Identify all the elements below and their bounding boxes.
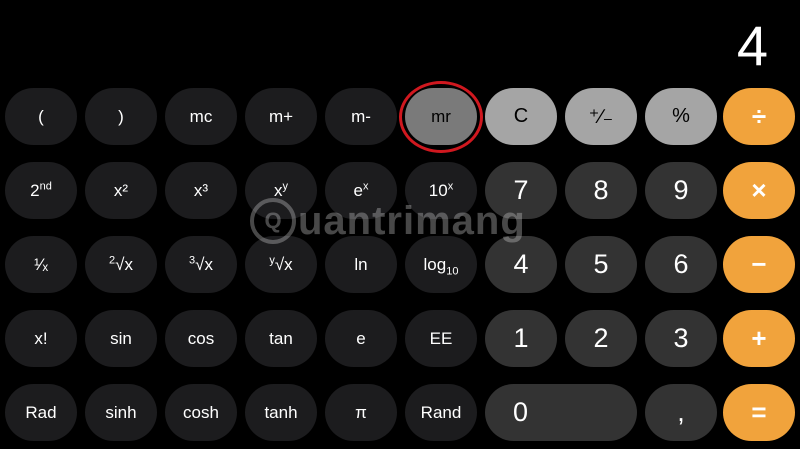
log10-label: log10 (423, 254, 459, 277)
digit-0-button[interactable]: 0 (485, 384, 637, 441)
x-squared-button[interactable]: x² (85, 162, 157, 219)
plus-minus-button[interactable]: ⁺∕₋ (565, 88, 637, 145)
reciprocal-button[interactable]: ¹⁄ₓ (5, 236, 77, 293)
digit-8-label: 8 (593, 175, 609, 205)
open-paren-button[interactable]: ( (5, 88, 77, 145)
percent-label: % (672, 105, 690, 127)
y-root-button[interactable]: y√x (245, 236, 317, 293)
tan-button[interactable]: tan (245, 310, 317, 367)
equals-label: = (751, 397, 767, 427)
digit-2-button[interactable]: 2 (565, 310, 637, 367)
ten-power-x-button[interactable]: 10x (405, 162, 477, 219)
tanh-label: tanh (264, 402, 298, 422)
second-function-label: 2nd (30, 179, 52, 200)
result-display: 4 (736, 14, 768, 77)
plus-minus-label: ⁺∕₋ (588, 106, 614, 128)
cube-root-label: 3√x (189, 253, 213, 274)
memory-clear-button[interactable]: mc (165, 88, 237, 145)
memory-add-label: m+ (268, 106, 294, 126)
digit-4-label: 4 (513, 249, 529, 279)
rad-button[interactable]: Rad (5, 384, 77, 441)
memory-clear-label: mc (189, 106, 213, 126)
digit-5-button[interactable]: 5 (565, 236, 637, 293)
cosh-label: cosh (183, 402, 219, 422)
memory-subtract-label: m- (351, 106, 371, 126)
rad-label: Rad (25, 402, 57, 422)
second-function-button[interactable]: 2nd (5, 162, 77, 219)
memory-recall-label: mr (431, 106, 451, 126)
cos-button[interactable]: cos (165, 310, 237, 367)
x-power-y-button[interactable]: xy (245, 162, 317, 219)
sinh-label: sinh (105, 402, 137, 422)
digit-1-button[interactable]: 1 (485, 310, 557, 367)
multiply-label: × (751, 175, 767, 205)
reciprocal-label: ¹⁄ₓ (33, 254, 49, 274)
digit-9-label: 9 (673, 175, 689, 205)
ten-power-x-label: 10x (428, 179, 454, 200)
divide-button[interactable]: ÷ (723, 88, 795, 145)
close-paren-button[interactable]: ) (85, 88, 157, 145)
exponent-ee-label: EE (429, 328, 453, 348)
multiply-button[interactable]: × (723, 162, 795, 219)
clear-button[interactable]: C (485, 88, 557, 145)
euler-e-label: e (356, 328, 366, 348)
digit-6-label: 6 (673, 249, 689, 279)
pi-label: π (355, 402, 367, 422)
sinh-button[interactable]: sinh (85, 384, 157, 441)
sin-button[interactable]: sin (85, 310, 157, 367)
x-power-y-label: xy (274, 179, 288, 200)
euler-e-button[interactable]: e (325, 310, 397, 367)
y-root-label: y√x (269, 253, 293, 274)
decimal-separator-button[interactable]: , (645, 384, 717, 441)
square-root-button[interactable]: 2√x (85, 236, 157, 293)
plus-button[interactable]: + (723, 310, 795, 367)
cos-label: cos (187, 328, 215, 348)
tanh-button[interactable]: tanh (245, 384, 317, 441)
digit-3-button[interactable]: 3 (645, 310, 717, 367)
decimal-separator-label: , (677, 397, 685, 427)
log10-button[interactable]: log10 (405, 236, 477, 293)
pi-button[interactable]: π (325, 384, 397, 441)
plus-label: + (751, 323, 767, 353)
digit-0-label: 0 (513, 397, 529, 427)
digit-6-button[interactable]: 6 (645, 236, 717, 293)
natural-log-button[interactable]: ln (325, 236, 397, 293)
sin-label: sin (110, 328, 132, 348)
equals-button[interactable]: = (723, 384, 795, 441)
digit-3-label: 3 (673, 323, 689, 353)
percent-button[interactable]: % (645, 88, 717, 145)
x-squared-label: x² (113, 180, 129, 200)
clear-label: C (513, 105, 529, 127)
digit-7-button[interactable]: 7 (485, 162, 557, 219)
memory-add-button[interactable]: m+ (245, 88, 317, 145)
minus-button[interactable]: − (723, 236, 795, 293)
x-cubed-button[interactable]: x³ (165, 162, 237, 219)
exponent-ee-button[interactable]: EE (405, 310, 477, 367)
close-paren-label: ) (118, 106, 124, 126)
minus-label: − (751, 249, 767, 279)
digit-1-label: 1 (513, 323, 529, 353)
digit-4-button[interactable]: 4 (485, 236, 557, 293)
digit-7-label: 7 (513, 175, 529, 205)
factorial-button[interactable]: x! (5, 310, 77, 367)
rand-label: Rand (420, 402, 462, 422)
memory-subtract-button[interactable]: m- (325, 88, 397, 145)
e-power-x-button[interactable]: ex (325, 162, 397, 219)
open-paren-label: ( (38, 106, 44, 126)
x-cubed-label: x³ (193, 180, 209, 200)
digit-9-button[interactable]: 9 (645, 162, 717, 219)
square-root-label: 2√x (109, 253, 133, 274)
cosh-button[interactable]: cosh (165, 384, 237, 441)
rand-button[interactable]: Rand (405, 384, 477, 441)
divide-label: ÷ (751, 101, 767, 131)
digit-2-label: 2 (593, 323, 609, 353)
natural-log-label: ln (354, 254, 368, 274)
cube-root-button[interactable]: 3√x (165, 236, 237, 293)
e-power-x-label: ex (353, 179, 369, 200)
tan-label: tan (269, 328, 293, 348)
digit-8-button[interactable]: 8 (565, 162, 637, 219)
factorial-label: x! (34, 328, 48, 348)
memory-recall-button[interactable]: mr (405, 88, 477, 145)
digit-5-label: 5 (593, 249, 609, 279)
